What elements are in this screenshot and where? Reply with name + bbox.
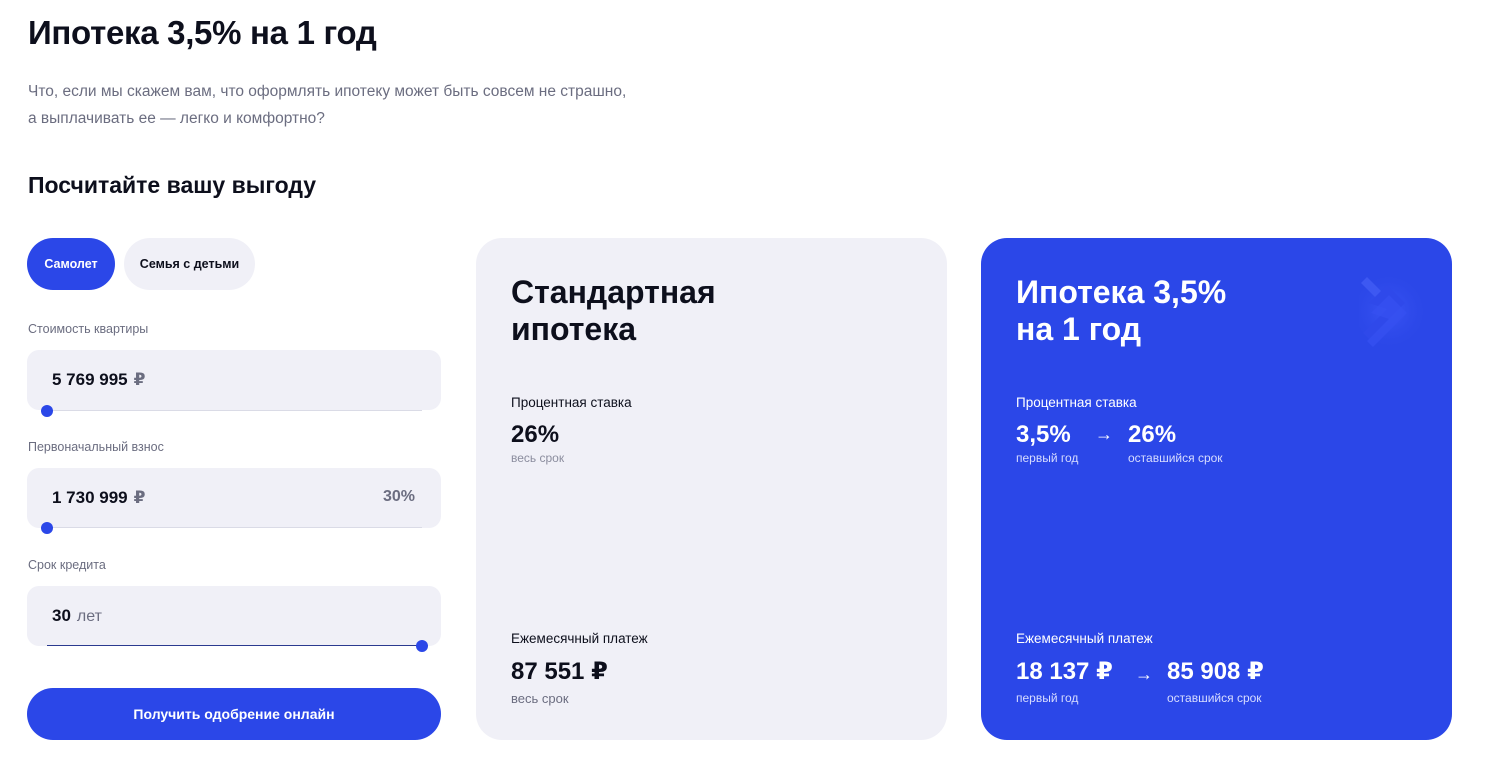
promo-mortgage-card: Ипотека 3,5% на 1 год Процентная ставка …: [981, 238, 1452, 740]
get-approval-button[interactable]: Получить одобрение онлайн: [27, 688, 441, 740]
standard-payment-value: 87 551 ₽: [511, 658, 608, 685]
down-payment-value: 1 730 999: [52, 488, 128, 507]
promo-rate-first: 3,5%: [1016, 421, 1071, 448]
down-payment-unit: ₽: [133, 488, 146, 507]
promo-card-title-line2: на 1 год: [1016, 311, 1142, 347]
down-payment-label: Первоначальный взнос: [28, 440, 164, 454]
term-slider-fill: [47, 645, 422, 646]
term-field[interactable]: 30 лет: [27, 586, 441, 646]
standard-mortgage-card: Стандартная ипотека Процентная ставка 26…: [476, 238, 947, 740]
standard-rate-label: Процентная ставка: [511, 395, 632, 410]
price-value-wrap: 5 769 995 ₽: [52, 370, 145, 390]
price-value: 5 769 995: [52, 370, 128, 389]
down-payment-percent: 30%: [382, 488, 415, 505]
standard-card-title-line2: ипотека: [511, 311, 637, 347]
arrow-right-icon: →: [1135, 664, 1153, 684]
promo-rate-first-note: первый год: [1016, 451, 1079, 465]
term-value-wrap: 30 лет: [52, 606, 102, 626]
calculator-heading: Посчитайте вашу выгоду: [28, 172, 317, 198]
promo-payment-first-note: первый год: [1016, 691, 1079, 705]
price-slider-track: [47, 410, 422, 411]
term-slider-thumb[interactable]: [416, 640, 428, 652]
term-unit: лет: [76, 608, 102, 625]
promo-rate-rest: 26%: [1128, 421, 1177, 448]
intro-text: Что, если мы скажем вам, что оформлять и…: [28, 83, 627, 127]
down-payment-slider-thumb[interactable]: [41, 522, 53, 534]
tab-family-with-children[interactable]: Семья с детьми: [124, 238, 255, 290]
page-title: Ипотека 3,5% на 1 год: [28, 14, 377, 51]
promo-payment-label: Ежемесячный платеж: [1016, 631, 1153, 646]
down-payment-field[interactable]: 1 730 999 ₽ 30%: [27, 468, 441, 528]
promo-rate-label: Процентная ставка: [1016, 395, 1137, 410]
price-slider-thumb[interactable]: [41, 405, 53, 417]
promo-card-title-line1: Ипотека 3,5%: [1016, 274, 1227, 310]
down-payment-value-wrap: 1 730 999 ₽: [52, 488, 145, 508]
arrow-right-icon: →: [1095, 424, 1113, 444]
promo-payment-rest: 85 908 ₽: [1167, 658, 1264, 685]
down-payment-slider[interactable]: [41, 522, 422, 534]
chevron-logo-icon: [1359, 277, 1423, 347]
standard-card-title: Стандартная ипотека: [511, 274, 716, 348]
price-field[interactable]: 5 769 995 ₽: [27, 350, 441, 410]
standard-rate-note: весь срок: [511, 451, 565, 465]
promo-rate-rest-note: оставшийся срок: [1128, 451, 1223, 465]
standard-payment-label: Ежемесячный платеж: [511, 631, 648, 646]
promo-payment-first: 18 137 ₽: [1016, 658, 1113, 685]
promo-payment-rest-note: оставшийся срок: [1167, 691, 1262, 705]
price-slider[interactable]: [41, 405, 422, 417]
promo-card-title: Ипотека 3,5% на 1 год: [1016, 274, 1226, 348]
price-unit: ₽: [133, 370, 146, 389]
term-value: 30: [52, 606, 71, 625]
price-label: Стоимость квартиры: [28, 322, 149, 336]
term-slider[interactable]: [47, 640, 428, 652]
term-label: Срок кредита: [28, 558, 106, 572]
standard-rate-value: 26%: [511, 421, 560, 448]
standard-payment-note: весь срок: [511, 691, 569, 706]
tab-samolet[interactable]: Самолет: [27, 238, 115, 290]
standard-card-title-line1: Стандартная: [511, 274, 716, 310]
down-payment-slider-track: [47, 527, 422, 528]
